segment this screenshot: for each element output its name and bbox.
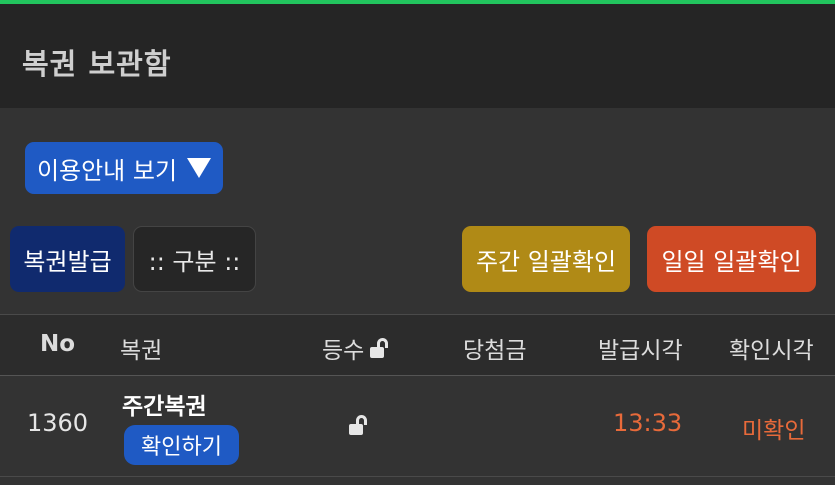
column-header-confirmed-time: 확인시각 xyxy=(729,338,814,364)
column-header-grade[interactable]: 등수 xyxy=(322,331,389,365)
column-header-no: No xyxy=(40,331,76,357)
column-header-ticket: 복권 xyxy=(120,338,163,364)
issue-ticket-button[interactable]: 복권발급 xyxy=(10,226,125,292)
triangle-down-icon xyxy=(187,158,212,178)
page-title: 복권 보관함 xyxy=(22,47,172,81)
weekly-bulk-confirm-button[interactable]: 주간 일괄확인 xyxy=(462,226,630,292)
guide-toggle-label: 이용안내 보기 xyxy=(36,156,178,185)
table-row: 1360 주간복권 확인하기 13:33 미확인 xyxy=(0,377,835,477)
table-header: No 복권 등수 당첨금 발급시각 확인시각 xyxy=(0,315,835,376)
column-header-issued-time: 발급시각 xyxy=(598,338,683,364)
category-select[interactable]: :: 구분 :: xyxy=(133,226,256,292)
row-number: 1360 xyxy=(27,409,89,437)
header: 복권 보관함 xyxy=(0,4,835,108)
issued-time: 13:33 xyxy=(613,409,683,437)
confirm-button[interactable]: 확인하기 xyxy=(124,425,239,465)
unlock-icon xyxy=(349,415,367,435)
ticket-table: No 복권 등수 당첨금 발급시각 확인시각 1360 주간복권 확인하기 13… xyxy=(0,314,835,485)
column-header-prize: 당첨금 xyxy=(463,338,527,364)
confirm-status: 미확인 xyxy=(742,418,806,444)
guide-toggle-button[interactable]: 이용안내 보기 xyxy=(25,142,223,194)
column-header-grade-label: 등수 xyxy=(322,338,365,364)
unlock-icon xyxy=(370,338,389,358)
ticket-name: 주간복권 xyxy=(122,394,207,420)
daily-bulk-confirm-button[interactable]: 일일 일괄확인 xyxy=(647,226,816,292)
row-grade xyxy=(349,415,367,439)
